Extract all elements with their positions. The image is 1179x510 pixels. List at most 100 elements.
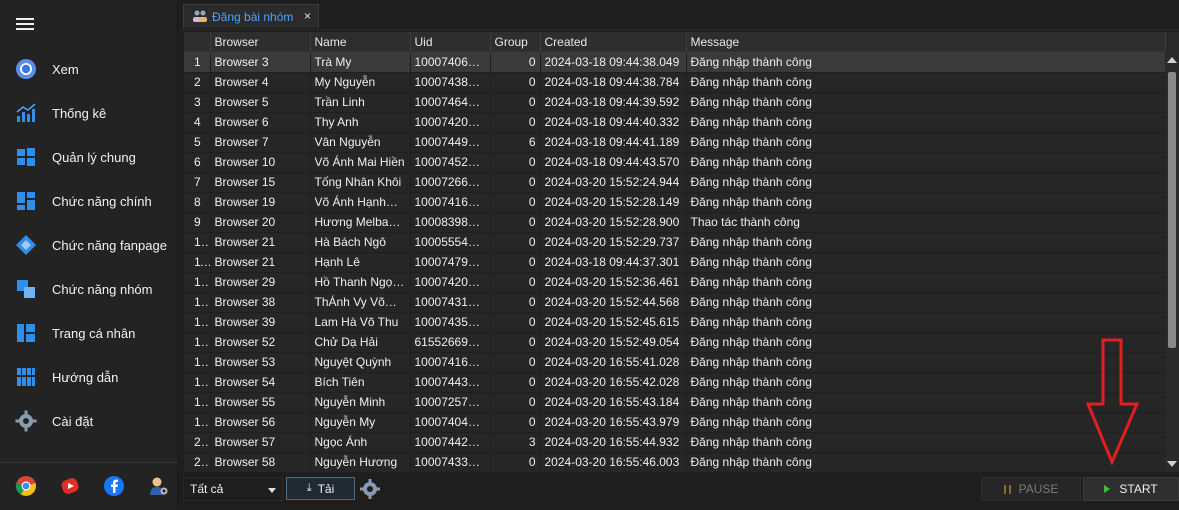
table-cell: 11 — [184, 252, 211, 273]
filter-select[interactable]: Tất cả — [183, 477, 283, 501]
table-row[interactable]: 14 Browser 39 Lam Hà Võ Thu 10007435… 0 2024-… — [184, 312, 1166, 333]
sidebar-item-cai-dat[interactable]: Cài đặt — [0, 399, 178, 443]
column-header[interactable]: Browser — [210, 32, 311, 53]
facebook-icon[interactable] — [103, 475, 125, 497]
table-row[interactable]: 18 Browser 55 Nguyễn Minh 10007257… 0 2024-03… — [184, 392, 1166, 413]
start-button-label: START — [1119, 482, 1158, 496]
table-cell: 3 — [184, 92, 211, 113]
table-row[interactable]: 16 Browser 53 Nguyệt Quỳnh 10007416… 0 2024-0… — [184, 352, 1166, 373]
scroll-down-icon[interactable] — [1167, 461, 1177, 467]
sidebar-item-trang-ca-nhan[interactable]: Trang cá nhân — [0, 311, 178, 355]
table-cell: Browser 6 — [210, 112, 311, 133]
table-cell: 2024-03-20 16:55:46.003 — [540, 452, 687, 472]
column-header[interactable]: Name — [310, 32, 411, 53]
table-cell: 0 — [490, 252, 541, 273]
table-cell: 10007416… — [410, 192, 491, 213]
table-row[interactable]: 10 Browser 21 Hà Bách Ngô 10005554… 0 2024-03… — [184, 232, 1166, 253]
table-cell: 2024-03-18 09:44:41.189 — [540, 132, 687, 153]
table-cell: 0 — [490, 312, 541, 333]
table-cell: 10007420… — [410, 112, 491, 133]
table-cell: 2 — [184, 72, 211, 93]
table-cell: 8 — [184, 192, 211, 213]
table-cell: Đăng nhập thành công — [686, 272, 1166, 293]
close-icon[interactable]: × — [304, 9, 311, 23]
table-cell: 4 — [184, 112, 211, 133]
download-icon: ⤓ — [306, 482, 312, 494]
table-row[interactable]: 15 Browser 52 Chử Dạ Hải 61552669… 0 2024-03-… — [184, 332, 1166, 353]
table-cell: 10007404… — [410, 412, 491, 433]
table-row[interactable]: 11 Browser 21 Hạnh Lê 10007479… 0 2024-03-18 … — [184, 252, 1166, 273]
sidebar-item-label: Trang cá nhân — [52, 325, 136, 341]
table-row[interactable]: 20 Browser 57 Ngọc Ánh 10007442… 3 2024-03-20… — [184, 432, 1166, 453]
column-header[interactable]: Created — [540, 32, 687, 53]
table-cell: 10008398… — [410, 212, 491, 233]
sidebar-bottom-icons — [0, 462, 178, 506]
table-row[interactable]: 2 Browser 4 My Nguyễn 10007438… 0 2024-03-18 … — [184, 72, 1166, 93]
youtube-icon[interactable] — [59, 475, 81, 497]
table-cell: Browser 52 — [210, 332, 311, 353]
scrollbar-thumb[interactable] — [1168, 72, 1176, 348]
table-cell: 0 — [490, 112, 541, 133]
sidebar-item-label: Chức năng chính — [52, 193, 152, 209]
table-cell: Browser 38 — [210, 292, 311, 313]
table-cell: 2024-03-20 15:52:44.568 — [540, 292, 687, 313]
table-cell: 2024-03-20 16:55:41.028 — [540, 352, 687, 373]
table-cell: Đăng nhập thành công — [686, 132, 1166, 153]
table-cell: 2024-03-20 15:52:45.615 — [540, 312, 687, 333]
table-cell: 0 — [490, 212, 541, 233]
table-cell: Browser 53 — [210, 352, 311, 373]
pause-button-label: PAUSE — [1018, 482, 1059, 496]
sidebar-item-xem[interactable]: Xem — [0, 47, 178, 91]
table-cell: Đăng nhập thành công — [686, 152, 1166, 173]
table-row[interactable]: 9 Browser 20 Hương Melba… 10008398… 0 2024-03… — [184, 212, 1166, 233]
user-settings-icon[interactable] — [147, 475, 169, 497]
table-cell: Nguyễn Hương — [310, 452, 411, 472]
table-row[interactable]: 1 Browser 3 Trà My 10007406… 0 2024-03-18 09:… — [184, 52, 1166, 73]
sidebar-item-quan-ly-chung[interactable]: Quản lý chung — [0, 135, 178, 179]
sidebar-item-label: Chức năng fanpage — [52, 237, 167, 253]
table-cell: 61552669… — [410, 332, 491, 353]
table-cell: 10007257… — [410, 392, 491, 413]
gear-icon[interactable] — [359, 478, 381, 500]
table-cell: Browser 55 — [210, 392, 311, 413]
sidebar-item-thong-ke[interactable]: Thống kê — [0, 91, 178, 135]
column-header[interactable]: Group — [490, 32, 541, 53]
table-row[interactable]: 17 Browser 54 Bích Tiên 10007443… 0 2024-03-2… — [184, 372, 1166, 393]
table-cell: Browser 21 — [210, 252, 311, 273]
tab-dang-bai-nhom[interactable]: Đăng bài nhóm × — [183, 4, 319, 28]
vertical-scrollbar[interactable] — [1165, 52, 1179, 472]
table-cell: 10 — [184, 232, 211, 253]
table-cell: 13 — [184, 292, 211, 313]
sidebar-item-chuc-nang-fanpage[interactable]: Chức năng fanpage — [0, 223, 178, 267]
table-row[interactable]: 7 Browser 15 Tống Nhân Khôi 10007266… 0 2024-… — [184, 172, 1166, 193]
table-row[interactable]: 13 Browser 38 ThÁnh Vy Võ… 10007431… 0 2024-0… — [184, 292, 1166, 313]
sidebar-item-label: Quản lý chung — [52, 149, 136, 165]
table-row[interactable]: 5 Browser 7 Vân Nguyễn 10007449… 6 2024-03-18… — [184, 132, 1166, 153]
table-cell: 14 — [184, 312, 211, 333]
column-header[interactable]: Message — [686, 32, 1166, 53]
sidebar-item-chuc-nang-chinh[interactable]: Chức năng chính — [0, 179, 178, 223]
hamburger-menu-icon[interactable] — [16, 16, 36, 32]
load-button[interactable]: ⤓ Tải — [286, 477, 355, 500]
sidebar-item-huong-dan[interactable]: Hướng dẫn — [0, 355, 178, 399]
table-row[interactable]: 8 Browser 19 Võ Ánh Hạnh… 10007416… 0 2024-03… — [184, 192, 1166, 213]
table-row[interactable]: 3 Browser 5 Trần Linh 10007464… 0 2024-03-18 … — [184, 92, 1166, 113]
chrome-icon[interactable] — [15, 475, 37, 497]
sidebar-item-chuc-nang-nhom[interactable]: Chức năng nhóm — [0, 267, 178, 311]
table-cell: 0 — [490, 332, 541, 353]
column-header[interactable]: Uid — [410, 32, 491, 53]
pause-button[interactable]: PAUSE — [981, 477, 1081, 501]
table-row[interactable]: 19 Browser 56 Nguyễn My 10007404… 0 2024-03-2… — [184, 412, 1166, 433]
load-button-label: Tải — [317, 481, 335, 496]
table-cell: My Nguyễn — [310, 72, 411, 93]
table-cell: Browser 5 — [210, 92, 311, 113]
table-row[interactable]: 4 Browser 6 Thy Anh 10007420… 0 2024-03-18 09… — [184, 112, 1166, 133]
column-header[interactable] — [184, 32, 211, 53]
table-row[interactable]: 12 Browser 29 Hồ Thanh Ngọ… 10007420… 0 2024-… — [184, 272, 1166, 293]
table-cell: 2024-03-20 16:55:43.184 — [540, 392, 687, 413]
table-row[interactable]: 21 Browser 58 Nguyễn Hương 10007433… 0 2024-0… — [184, 452, 1166, 472]
table-row[interactable]: 6 Browser 10 Võ Ánh Mai Hiền 10007452… 0 2024… — [184, 152, 1166, 173]
scroll-up-icon[interactable] — [1167, 57, 1177, 63]
table-cell: 6 — [184, 152, 211, 173]
start-button[interactable]: START — [1083, 477, 1179, 501]
